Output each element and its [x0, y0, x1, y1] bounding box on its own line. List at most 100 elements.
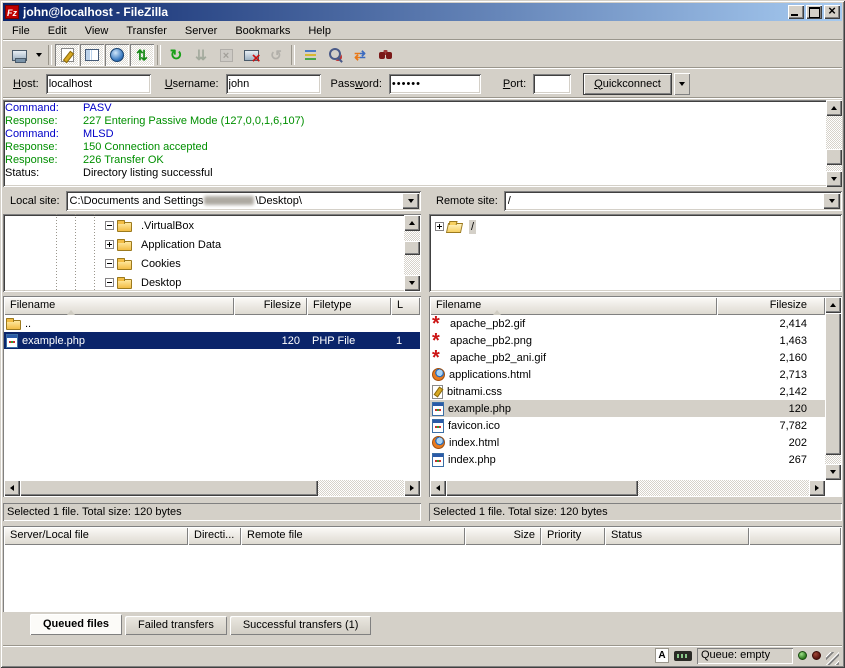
file-row[interactable]: example.php 120 PHP File 1: [4, 332, 420, 349]
file-row[interactable]: index.html 202: [430, 434, 825, 451]
toggle-local-tree-button[interactable]: [80, 44, 104, 66]
tree-expander[interactable]: [105, 278, 114, 287]
compare-directories-button[interactable]: [323, 44, 347, 66]
scroll-up-button[interactable]: [826, 100, 842, 116]
refresh-button[interactable]: [164, 44, 188, 66]
port-input[interactable]: [533, 74, 571, 94]
queue-tabs: Queued filesFailed transfersSuccessful t…: [3, 614, 842, 638]
scroll-down-button[interactable]: [825, 464, 841, 480]
file-row[interactable]: apache_pb2.png 1,463: [430, 332, 825, 349]
scroll-thumb[interactable]: [446, 480, 638, 496]
menu-item[interactable]: Server: [176, 22, 226, 40]
queue-column-header[interactable]: Server/Local file: [4, 527, 188, 545]
scroll-right-button[interactable]: [809, 480, 825, 496]
menu-item[interactable]: Help: [299, 22, 340, 40]
scroll-left-button[interactable]: [430, 480, 446, 496]
scroll-up-button[interactable]: [404, 215, 420, 231]
queue-column-header[interactable]: Priority: [541, 527, 605, 545]
queue-column-header[interactable]: Size: [465, 527, 541, 545]
column-header[interactable]: Filesize: [717, 297, 825, 315]
file-row[interactable]: apache_pb2_ani.gif 2,160: [430, 349, 825, 366]
file-row[interactable]: apache_pb2.gif 2,414: [430, 315, 825, 332]
remote-vscrollbar[interactable]: [825, 297, 841, 480]
column-header[interactable]: Filename: [430, 297, 717, 315]
queue-column-header[interactable]: [749, 527, 841, 545]
scroll-down-button[interactable]: [404, 275, 420, 291]
tree-item[interactable]: Application Data: [3, 235, 421, 254]
cancel-operation-button[interactable]: [214, 44, 238, 66]
column-header[interactable]: L: [391, 297, 420, 315]
remote-path-dropdown-button[interactable]: [823, 193, 840, 209]
menu-item[interactable]: File: [3, 22, 39, 40]
menu-item[interactable]: Transfer: [117, 22, 176, 40]
find-files-button[interactable]: [373, 44, 397, 66]
minimize-button[interactable]: [788, 5, 804, 19]
toggle-queue-button[interactable]: [130, 44, 154, 66]
column-header[interactable]: Filename: [4, 297, 234, 315]
file-row[interactable]: applications.html 2,713: [430, 366, 825, 383]
remote-hscrollbar[interactable]: [430, 480, 825, 496]
scroll-thumb[interactable]: [825, 313, 841, 455]
scroll-down-button[interactable]: [826, 171, 842, 187]
disconnect-button[interactable]: [239, 44, 263, 66]
folder-icon: [6, 320, 21, 330]
host-input[interactable]: [46, 74, 151, 94]
filter-button[interactable]: [298, 44, 322, 66]
local-hscrollbar[interactable]: [4, 480, 420, 496]
queue-column-header[interactable]: Status: [605, 527, 749, 545]
local-tree-scrollbar[interactable]: [404, 215, 420, 291]
scroll-up-button[interactable]: [825, 297, 841, 313]
local-path-dropdown-button[interactable]: [402, 193, 419, 209]
close-button[interactable]: [824, 5, 840, 19]
menu-item[interactable]: Edit: [39, 22, 76, 40]
file-row[interactable]: favicon.ico 7,782: [430, 417, 825, 434]
local-path-value: C:\Documents and Settings\Desktop\: [70, 193, 399, 209]
quickconnect-dropdown-button[interactable]: [674, 73, 690, 95]
tree-expander[interactable]: [435, 222, 444, 231]
resize-grip[interactable]: [826, 652, 839, 665]
css-file-icon: [432, 385, 443, 399]
tree-expander[interactable]: [105, 221, 114, 230]
process-queue-button[interactable]: [189, 44, 213, 66]
tree-item[interactable]: Cookies: [3, 254, 421, 273]
password-input[interactable]: [389, 74, 481, 94]
tree-expander[interactable]: [105, 240, 114, 249]
site-manager-dropdown-button[interactable]: [32, 44, 45, 66]
maximize-button[interactable]: [806, 5, 822, 19]
scroll-thumb[interactable]: [20, 480, 318, 496]
menu-item[interactable]: Bookmarks: [226, 22, 299, 40]
tree-item[interactable]: /: [429, 217, 842, 236]
open-folder-icon: [446, 223, 463, 233]
folder-icon: [117, 279, 132, 289]
tree-item[interactable]: Desktop: [3, 273, 421, 292]
site-manager-button[interactable]: [7, 44, 31, 66]
scroll-left-button[interactable]: [4, 480, 20, 496]
scroll-right-button[interactable]: [404, 480, 420, 496]
file-row[interactable]: index.php 267: [430, 451, 825, 468]
tree-expander[interactable]: [105, 259, 114, 268]
scroll-thumb[interactable]: [826, 149, 842, 165]
file-row[interactable]: ..: [4, 315, 420, 332]
quickconnect-button[interactable]: Quickconnect: [583, 73, 672, 95]
column-header[interactable]: Filetype: [307, 297, 391, 315]
queue-tab[interactable]: Successful transfers (1): [230, 616, 372, 635]
log-scrollbar[interactable]: [826, 100, 842, 187]
column-header[interactable]: Filesize: [234, 297, 307, 315]
sync-browsing-button[interactable]: [348, 44, 372, 66]
queue-tab[interactable]: Failed transfers: [125, 616, 227, 635]
queue-column-header[interactable]: Directi...: [188, 527, 241, 545]
tree-item[interactable]: .VirtualBox: [3, 216, 421, 235]
toggle-message-log-button[interactable]: [55, 44, 79, 66]
log-row: Response: 227 Entering Passive Mode (127…: [5, 115, 826, 128]
file-row[interactable]: example.php 120: [430, 400, 825, 417]
menu-item[interactable]: View: [76, 22, 118, 40]
queue-tab[interactable]: Queued files: [30, 614, 122, 635]
username-input[interactable]: [226, 74, 321, 94]
file-row[interactable]: bitnami.css 2,142: [430, 383, 825, 400]
queue-column-header[interactable]: Remote file: [241, 527, 465, 545]
toggle-remote-tree-button[interactable]: [105, 44, 129, 66]
local-path-combo[interactable]: C:\Documents and Settings\Desktop\: [66, 191, 421, 211]
scroll-thumb[interactable]: [404, 241, 420, 255]
remote-path-combo[interactable]: /: [504, 191, 842, 211]
reconnect-button[interactable]: [264, 44, 288, 66]
